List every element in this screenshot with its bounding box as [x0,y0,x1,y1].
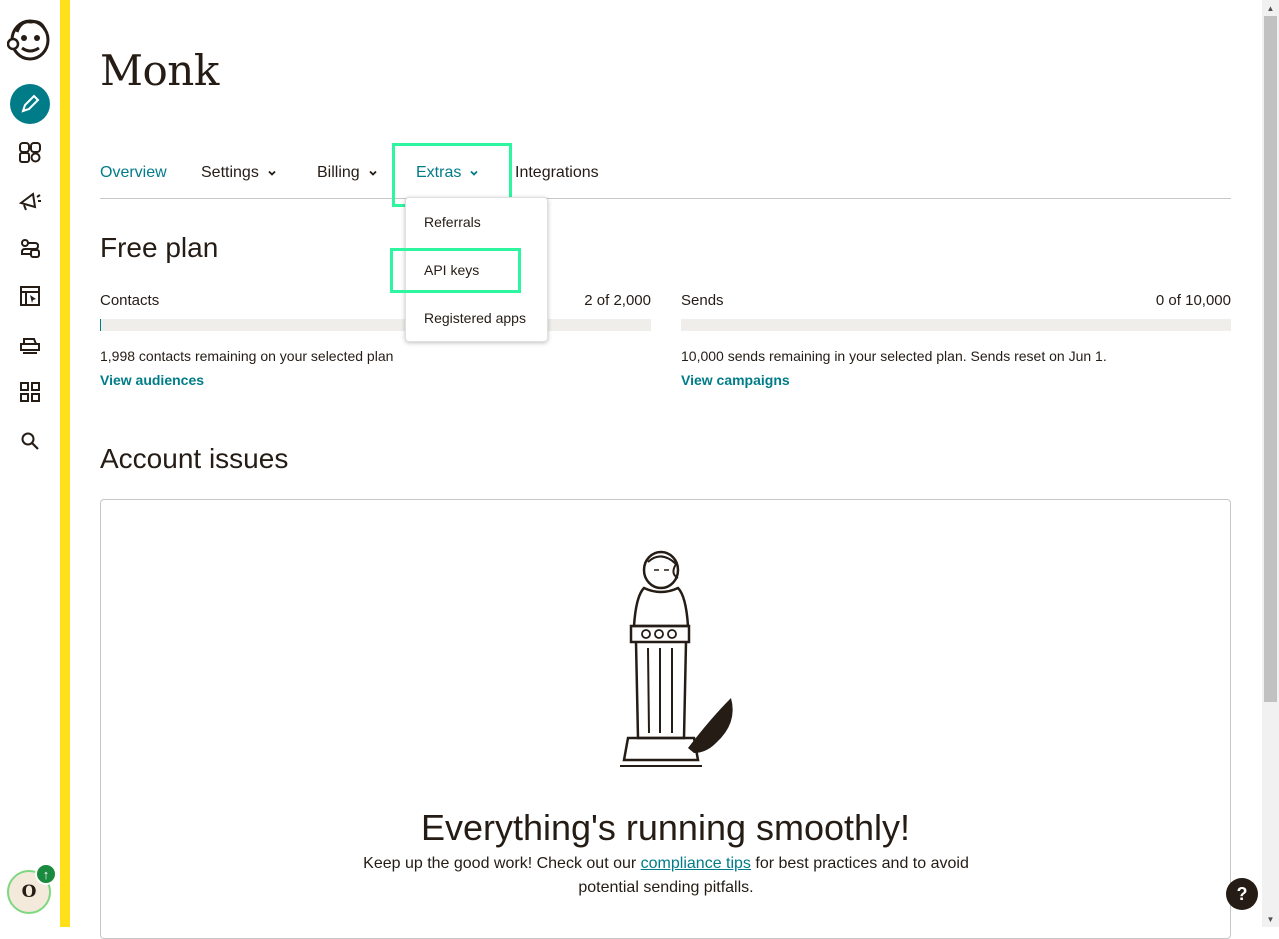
view-audiences-link[interactable]: View audiences [100,372,204,388]
tab-integrations[interactable]: Integrations [515,164,599,182]
menu-item-referrals[interactable]: Referrals [424,214,481,230]
sends-count: 0 of 10,000 [1155,292,1231,309]
sends-label: Sends [681,292,724,309]
view-campaigns-link[interactable]: View campaigns [681,372,790,388]
upgrade-arrow-icon[interactable]: ↑ [35,863,57,885]
avatar-initial: O [21,882,37,902]
account-issues-title: Account issues [100,443,289,474]
contacts-usage-bar [100,319,651,331]
tab-overview[interactable]: Overview [100,164,167,182]
all-clear-headline: Everything's running smoothly! [420,807,911,848]
sends-remaining-text: 10,000 sends remaining in your selected … [681,348,1107,364]
compliance-tips-link[interactable]: compliance tips [641,855,751,872]
grid-icon[interactable] [15,377,45,407]
help-icon: ? [1236,883,1248,904]
brand-yellow-bar [60,0,70,927]
sends-usage-bar [681,319,1231,331]
mailchimp-logo-icon[interactable] [6,14,53,64]
account-tabs: Overview Settings Billing Extras Integra… [100,150,1231,199]
api-keys-highlight [390,248,521,293]
column-bust-illustration-icon [620,550,733,767]
contacts-remaining-text: 1,998 contacts remaining on your selecte… [100,348,394,364]
search-icon[interactable] [15,426,45,456]
tab-settings-label: Settings [201,164,259,181]
page-title: Monk [100,46,219,95]
website-icon[interactable] [15,281,45,311]
tab-integrations-label: Integrations [515,164,599,181]
contacts-label: Contacts [100,292,160,309]
account-issues-card: Everything's running smoothly! Keep up t… [100,499,1231,939]
contacts-usage-fill [100,319,101,331]
tab-billing[interactable]: Billing [317,164,378,182]
main-content: Monk Overview Settings Billing Extras In… [100,0,1231,939]
plan-title: Free plan [100,232,219,263]
chevron-down-icon [268,170,276,176]
scroll-up-icon[interactable]: ▲ [1262,0,1279,16]
scroll-down-icon[interactable]: ▼ [1262,911,1279,927]
megaphone-icon[interactable] [15,186,45,216]
automation-icon[interactable] [15,234,45,264]
pencil-icon [21,94,40,113]
chevron-down-icon [369,170,377,176]
vertical-scrollbar[interactable]: ▲ ▼ [1262,0,1279,927]
audience-icon[interactable] [15,137,45,167]
upgrade-badge-glyph: ↑ [42,866,50,882]
create-button[interactable] [10,84,50,124]
tab-settings[interactable]: Settings [201,164,277,182]
scrollbar-thumb[interactable] [1264,16,1277,702]
help-button[interactable]: ? [1226,878,1258,910]
tab-overview-label: Overview [100,164,167,181]
menu-item-registered-apps[interactable]: Registered apps [424,310,526,326]
desc-text-before: Keep up the good work! Check out our [363,855,641,872]
all-clear-description: Keep up the good work! Check out our com… [356,852,976,900]
sidebar: O ↑ [0,0,60,927]
tab-billing-label: Billing [317,164,360,181]
content-icon[interactable] [15,329,45,359]
